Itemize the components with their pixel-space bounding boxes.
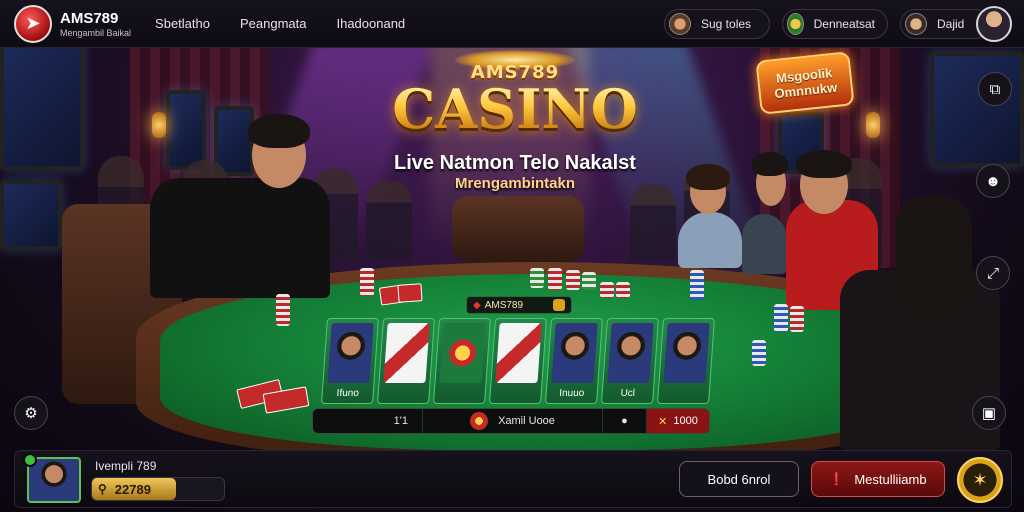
nav-item-3[interactable]: Ihadoonand: [336, 16, 405, 31]
bet-amount-value: 1000: [673, 415, 698, 427]
chip-stack: [790, 306, 804, 332]
info-icon: ❗: [829, 472, 845, 486]
game-panels: Ifuno Inuuo Ucl: [320, 318, 716, 404]
bottom-bar: Ivempli 789 ⚲ 22789 Bobd 6nrol ❗ Mestull…: [14, 450, 1012, 508]
chip-stack: [774, 304, 788, 332]
gem-icon: ◆: [473, 299, 481, 311]
brand[interactable]: ➤ AMS789 Mengambil Baikal: [14, 4, 132, 43]
chip-icon: [439, 323, 486, 383]
header-actions: Sug toles Denneatsat Dajid: [652, 5, 1012, 42]
outline-action-button[interactable]: Bobd 6nrol: [679, 461, 799, 497]
casino-app: AMS789 CASINO Live Natmon Telo Nakalst M…: [0, 0, 1024, 512]
search-icon: ⚲: [98, 482, 107, 496]
chip-stack: [690, 270, 704, 300]
chair: [452, 196, 584, 262]
chip-stack: [360, 268, 374, 296]
primary-action-label: Mestulliiamb: [854, 471, 927, 487]
balance-value: 22789: [114, 481, 151, 497]
brand-name: AMS789: [60, 9, 119, 27]
background-patron: [366, 180, 412, 260]
game-panel-cards[interactable]: [488, 318, 548, 404]
chip-stack: [616, 282, 630, 298]
player-portrait: [327, 323, 374, 383]
settings-icon[interactable]: ⚙: [14, 396, 48, 430]
game-panel-player[interactable]: [656, 318, 716, 404]
game-panel-cards[interactable]: [376, 318, 436, 404]
table-game-bar: 1'1 Xamil Uooe ● ✕ 1000: [312, 408, 710, 434]
hero-tagline: Live Natmon Telo Nakalst Mrengambintakn: [380, 152, 650, 192]
avatar: [669, 12, 691, 35]
playing-card: [397, 283, 423, 303]
brand-logo-icon: ➤: [14, 4, 52, 43]
avatar: [905, 12, 927, 35]
sound-toggle[interactable]: ●: [603, 409, 647, 433]
bet-count: 1'1: [313, 409, 423, 433]
logo-casino-text: CASINO: [380, 82, 650, 136]
brand-subtitle: Mengambil Baikal: [60, 27, 132, 38]
header-pill-1[interactable]: Sug toles: [664, 8, 770, 39]
top-navigation: ➤ AMS789 Mengambil Baikal Sbetlatho Pean…: [0, 0, 1024, 48]
nav-item-2[interactable]: Peangmata: [240, 16, 307, 31]
player-portrait: [607, 323, 654, 383]
panel-label: Inuuo: [558, 388, 585, 399]
cross-icon: ✕: [658, 415, 668, 428]
header-pill-label: Dajid: [937, 16, 965, 31]
table-game-header: ◆ AMS789: [466, 296, 572, 314]
game-panel-player[interactable]: Ifuno: [320, 318, 380, 404]
profile-avatar[interactable]: [976, 5, 1012, 42]
promo-badge[interactable]: Msgoolik Omnnukw: [755, 51, 855, 115]
header-pill-label: Denneatsat: [813, 16, 875, 31]
chip-stack: [276, 294, 290, 326]
cards-icon: [495, 323, 542, 383]
online-status-icon: [23, 453, 37, 467]
wall-lamp: [152, 112, 166, 138]
panel-label: Ucl: [620, 388, 636, 399]
bet-amount[interactable]: ✕ 1000: [647, 409, 709, 433]
wall-screen: [930, 52, 1024, 167]
chip-stack: [566, 270, 580, 290]
wall-screen: [0, 180, 62, 250]
primary-action-button[interactable]: ❗ Mestulliiamb: [811, 461, 945, 497]
chip-stack: [548, 268, 562, 290]
expand-icon[interactable]: ⤢: [976, 256, 1010, 290]
header-pill-2[interactable]: Denneatsat: [782, 8, 888, 39]
game-panel-player[interactable]: Inuuo: [544, 318, 604, 404]
header-pill-label: Sug toles: [701, 16, 752, 31]
chip-stack: [582, 272, 596, 290]
coin-icon: [470, 412, 489, 430]
wall-screen: [166, 90, 206, 170]
game-panel-player[interactable]: Ucl: [600, 318, 660, 404]
exit-icon[interactable]: ⧉: [978, 72, 1012, 106]
sound-icon: ●: [621, 415, 628, 427]
bet-selector[interactable]: Xamil Uooe: [423, 409, 603, 433]
window-icon[interactable]: ▣: [972, 396, 1006, 430]
wall-lamp: [866, 112, 880, 138]
panel-label: Ifuno: [336, 388, 360, 399]
wall-screen: [0, 40, 84, 170]
bet-selector-label: Xamil Uooe: [498, 415, 555, 427]
tagline-line-2: Mrengambintakn: [454, 175, 575, 192]
nav-item-1[interactable]: Sbetlatho: [155, 16, 210, 31]
casino-logo: AMS789 CASINO: [380, 62, 650, 136]
ghost-icon[interactable]: ☻: [976, 164, 1010, 198]
game-panel-chips[interactable]: [432, 318, 492, 404]
user-name: Ivempli 789: [95, 459, 157, 473]
star-icon[interactable]: ✶: [957, 457, 1003, 503]
main-nav: Sbetlatho Peangmata Ihadoonand: [155, 16, 435, 31]
avatar: [787, 12, 804, 35]
chip-stack: [752, 340, 766, 366]
chip-stack: [600, 282, 614, 298]
balance-display[interactable]: ⚲ 22789: [91, 477, 225, 501]
table-header-label: AMS789: [484, 299, 524, 311]
cards-icon: [383, 323, 430, 383]
player-portrait: [551, 323, 598, 383]
chip-stack: [530, 268, 544, 288]
badge-icon: [553, 299, 565, 311]
player-portrait: [663, 323, 710, 383]
tagline-line-1: Live Natmon Telo Nakalst: [394, 152, 636, 174]
background-patron: [630, 184, 676, 260]
